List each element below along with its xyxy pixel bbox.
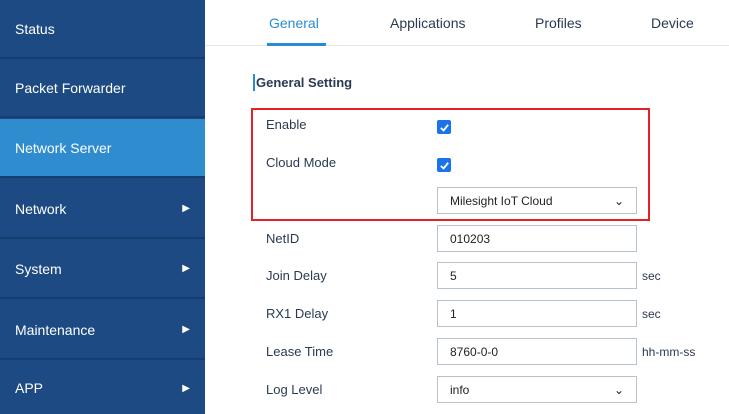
chevron-right-icon: ▶: [182, 324, 190, 335]
chevron-right-icon: ▶: [182, 382, 190, 394]
enable-checkbox[interactable]: [437, 120, 451, 134]
netid-label: NetID: [266, 231, 300, 246]
tab-general[interactable]: General: [269, 0, 319, 46]
active-tab-indicator: [267, 43, 326, 46]
lease-time-unit: hh-mm-ss: [642, 345, 696, 359]
chevron-right-icon: ▶: [182, 263, 190, 274]
rx1-delay-unit: sec: [642, 307, 661, 321]
lease-time-input[interactable]: 8760-0-0: [437, 338, 637, 365]
input-value: 1: [450, 306, 457, 321]
cloud-mode-checkbox[interactable]: [437, 158, 451, 172]
sidebar-item-label: Network: [15, 200, 67, 217]
sidebar-item-label: System: [15, 260, 62, 277]
sidebar-item-maintenance[interactable]: Maintenance ▶: [0, 301, 205, 360]
netid-input[interactable]: 010203: [437, 225, 637, 252]
sidebar-item-network-server[interactable]: Network Server: [0, 119, 205, 178]
sidebar-item-packet-forwarder[interactable]: Packet Forwarder: [0, 59, 205, 118]
section-accent-bar: [253, 74, 255, 91]
join-delay-unit: sec: [642, 269, 661, 283]
sidebar-item-label: Packet Forwarder: [15, 79, 126, 96]
log-level-select[interactable]: info ⌄: [437, 376, 637, 403]
cloud-platform-select[interactable]: Milesight IoT Cloud ⌄: [437, 187, 637, 214]
rx1-delay-label: RX1 Delay: [266, 306, 329, 321]
tab-device[interactable]: Device: [651, 0, 694, 46]
input-value: 8760-0-0: [450, 344, 499, 359]
sidebar-item-app[interactable]: APP ▶: [0, 362, 205, 414]
enable-label: Enable: [266, 117, 307, 132]
sidebar-item-system[interactable]: System ▶: [0, 240, 205, 299]
sidebar: Status Packet Forwarder Network Server N…: [0, 0, 205, 414]
section-title: General Setting: [256, 75, 353, 90]
rx1-delay-input[interactable]: 1: [437, 300, 637, 327]
check-icon: [439, 123, 449, 132]
chevron-down-icon: ⌄: [613, 382, 624, 397]
lease-time-label: Lease Time: [266, 344, 334, 359]
input-value: 010203: [450, 231, 491, 246]
tab-label: Device: [651, 15, 694, 31]
chevron-right-icon: ▶: [182, 203, 190, 214]
sidebar-item-status[interactable]: Status: [0, 0, 205, 59]
tab-profiles[interactable]: Profiles: [535, 0, 582, 46]
tab-applications[interactable]: Applications: [390, 0, 466, 46]
tab-label: General: [269, 15, 319, 31]
input-value: 5: [450, 268, 457, 283]
select-value: Milesight IoT Cloud: [450, 193, 553, 208]
join-delay-input[interactable]: 5: [437, 262, 637, 289]
chevron-down-icon: ⌄: [613, 193, 624, 208]
sidebar-item-label: APP: [15, 380, 44, 396]
sidebar-item-network[interactable]: Network ▶: [0, 180, 205, 239]
tab-label: Applications: [390, 15, 466, 31]
log-level-label: Log Level: [266, 382, 323, 397]
cloud-mode-label: Cloud Mode: [266, 155, 337, 170]
sidebar-item-label: Maintenance: [15, 321, 96, 338]
tab-bar: General Applications Profiles Device: [205, 0, 729, 46]
tab-label: Profiles: [535, 15, 582, 31]
sidebar-item-label: Status: [15, 20, 55, 37]
select-value: info: [450, 382, 470, 397]
check-icon: [439, 161, 449, 170]
join-delay-label: Join Delay: [266, 268, 327, 283]
sidebar-item-label: Network Server: [15, 139, 112, 156]
